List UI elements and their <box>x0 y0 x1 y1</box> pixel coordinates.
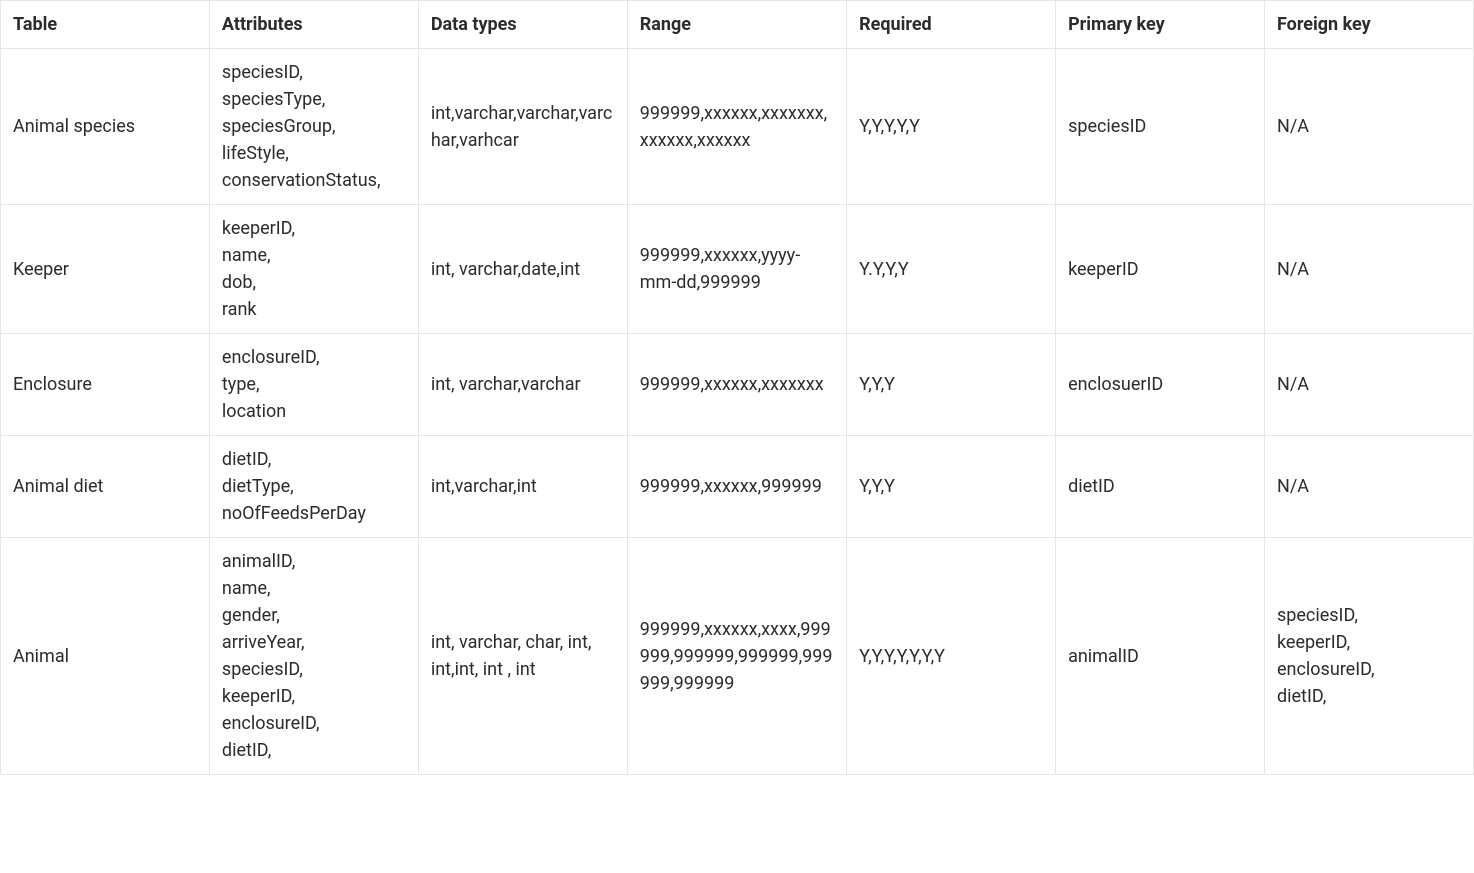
cell-foreign-key: N/A <box>1264 205 1473 334</box>
cell-range: 999999,xxxxxx,xxxxxxx,xxxxxx,xxxxxx <box>627 49 846 205</box>
cell-required: Y,Y,Y,Y,Y,Y,Y <box>847 538 1056 775</box>
table-row: KeeperkeeperID,name,dob,rankint, varchar… <box>1 205 1474 334</box>
header-primary-key: Primary key <box>1056 1 1265 49</box>
table-row: AnimalanimalID,name,gender,arriveYear,sp… <box>1 538 1474 775</box>
attribute-item: animalID, <box>222 548 406 575</box>
cell-data-types: int,varchar,int <box>418 436 627 538</box>
cell-required: Y,Y,Y <box>847 436 1056 538</box>
cell-foreign-key: N/A <box>1264 334 1473 436</box>
cell-foreign-key: N/A <box>1264 49 1473 205</box>
header-foreign-key: Foreign key <box>1264 1 1473 49</box>
cell-data-types: int, varchar, char, int, int,int, int , … <box>418 538 627 775</box>
attribute-item: speciesType, <box>222 86 406 113</box>
cell-primary-key: keeperID <box>1056 205 1265 334</box>
cell-primary-key: animalID <box>1056 538 1265 775</box>
cell-table: Enclosure <box>1 334 210 436</box>
foreign-key-item: dietID, <box>1277 683 1461 710</box>
header-row: Table Attributes Data types Range Requir… <box>1 1 1474 49</box>
attribute-item: name, <box>222 575 406 602</box>
attribute-item: dietType, <box>222 473 406 500</box>
cell-attributes: dietID,dietType,noOfFeedsPerDay <box>209 436 418 538</box>
table-row: Animal speciesspeciesID,speciesType,spec… <box>1 49 1474 205</box>
attribute-item: noOfFeedsPerDay <box>222 500 406 527</box>
cell-table: Animal <box>1 538 210 775</box>
cell-required: Y,Y,Y <box>847 334 1056 436</box>
cell-primary-key: enclosuerID <box>1056 334 1265 436</box>
table-row: EnclosureenclosureID,type,locationint, v… <box>1 334 1474 436</box>
cell-range: 999999,xxxxxx,999999 <box>627 436 846 538</box>
attribute-item: speciesID, <box>222 656 406 683</box>
attribute-item: speciesID, <box>222 59 406 86</box>
attribute-item: gender, <box>222 602 406 629</box>
attribute-item: location <box>222 398 406 425</box>
cell-required: Y.Y,Y,Y <box>847 205 1056 334</box>
cell-range: 999999,xxxxxx,yyyy-mm-dd,999999 <box>627 205 846 334</box>
cell-primary-key: dietID <box>1056 436 1265 538</box>
cell-foreign-key: N/A <box>1264 436 1473 538</box>
cell-table: Animal species <box>1 49 210 205</box>
attribute-item: keeperID, <box>222 683 406 710</box>
attribute-item: conservationStatus, <box>222 167 406 194</box>
cell-table: Animal diet <box>1 436 210 538</box>
attribute-item: speciesGroup, <box>222 113 406 140</box>
attribute-item: dietID, <box>222 737 406 764</box>
header-table: Table <box>1 1 210 49</box>
cell-attributes: keeperID,name,dob,rank <box>209 205 418 334</box>
foreign-key-item: speciesID, <box>1277 602 1461 629</box>
cell-foreign-key: speciesID,keeperID,enclosureID,dietID, <box>1264 538 1473 775</box>
attribute-item: type, <box>222 371 406 398</box>
cell-range: 999999,xxxxxx,xxxx,999999,999999,999999,… <box>627 538 846 775</box>
attribute-item: enclosureID, <box>222 344 406 371</box>
cell-range: 999999,xxxxxx,xxxxxxx <box>627 334 846 436</box>
cell-data-types: int,varchar,varchar,varchar,varhcar <box>418 49 627 205</box>
attribute-item: name, <box>222 242 406 269</box>
foreign-key-item: enclosureID, <box>1277 656 1461 683</box>
attribute-item: dietID, <box>222 446 406 473</box>
cell-required: Y,Y,Y,Y,Y <box>847 49 1056 205</box>
cell-attributes: speciesID,speciesType,speciesGroup,lifeS… <box>209 49 418 205</box>
header-attributes: Attributes <box>209 1 418 49</box>
attribute-item: rank <box>222 296 406 323</box>
table-body: Animal speciesspeciesID,speciesType,spec… <box>1 49 1474 775</box>
attribute-item: arriveYear, <box>222 629 406 656</box>
cell-data-types: int, varchar,varchar <box>418 334 627 436</box>
header-required: Required <box>847 1 1056 49</box>
attribute-item: lifeStyle, <box>222 140 406 167</box>
cell-data-types: int, varchar,date,int <box>418 205 627 334</box>
attribute-item: dob, <box>222 269 406 296</box>
cell-attributes: animalID,name,gender,arriveYear,speciesI… <box>209 538 418 775</box>
schema-table: Table Attributes Data types Range Requir… <box>0 0 1474 775</box>
header-range: Range <box>627 1 846 49</box>
attribute-item: keeperID, <box>222 215 406 242</box>
cell-table: Keeper <box>1 205 210 334</box>
header-data-types: Data types <box>418 1 627 49</box>
cell-primary-key: speciesID <box>1056 49 1265 205</box>
table-row: Animal dietdietID,dietType,noOfFeedsPerD… <box>1 436 1474 538</box>
attribute-item: enclosureID, <box>222 710 406 737</box>
foreign-key-item: keeperID, <box>1277 629 1461 656</box>
cell-attributes: enclosureID,type,location <box>209 334 418 436</box>
